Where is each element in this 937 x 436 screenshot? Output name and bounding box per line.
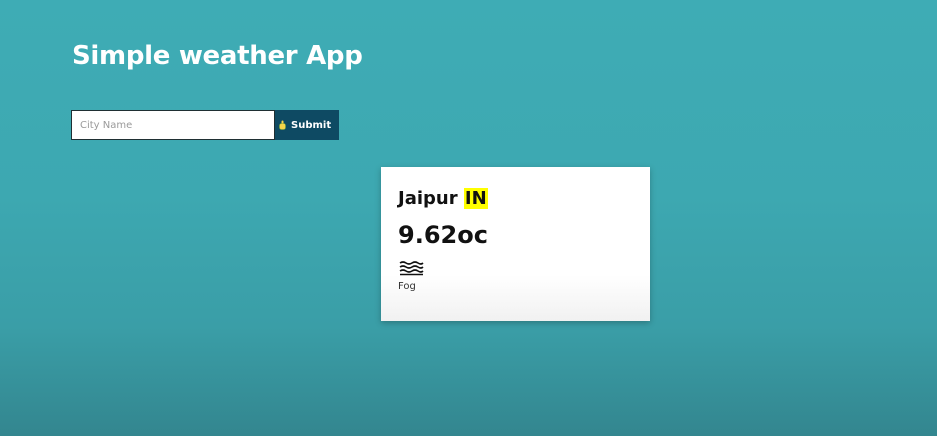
fog-icon (399, 261, 424, 276)
app-title: Simple weather App (72, 41, 363, 71)
city-name: Jaipur (398, 188, 458, 209)
pointing-hand-icon (278, 120, 287, 130)
temperature: 9.62oc (398, 221, 488, 249)
country-code: IN (463, 188, 488, 209)
city-name-input[interactable] (71, 110, 275, 140)
search-form: Submit (71, 110, 339, 140)
submit-button[interactable]: Submit (275, 110, 339, 140)
location-heading: Jaipur IN (398, 187, 633, 211)
app-page: Simple weather App Submit Jaipur IN 9.62… (0, 0, 937, 436)
weather-card: Jaipur IN 9.62oc Fog (381, 167, 650, 321)
weather-condition: Fog (398, 281, 416, 292)
submit-button-label: Submit (291, 119, 332, 131)
